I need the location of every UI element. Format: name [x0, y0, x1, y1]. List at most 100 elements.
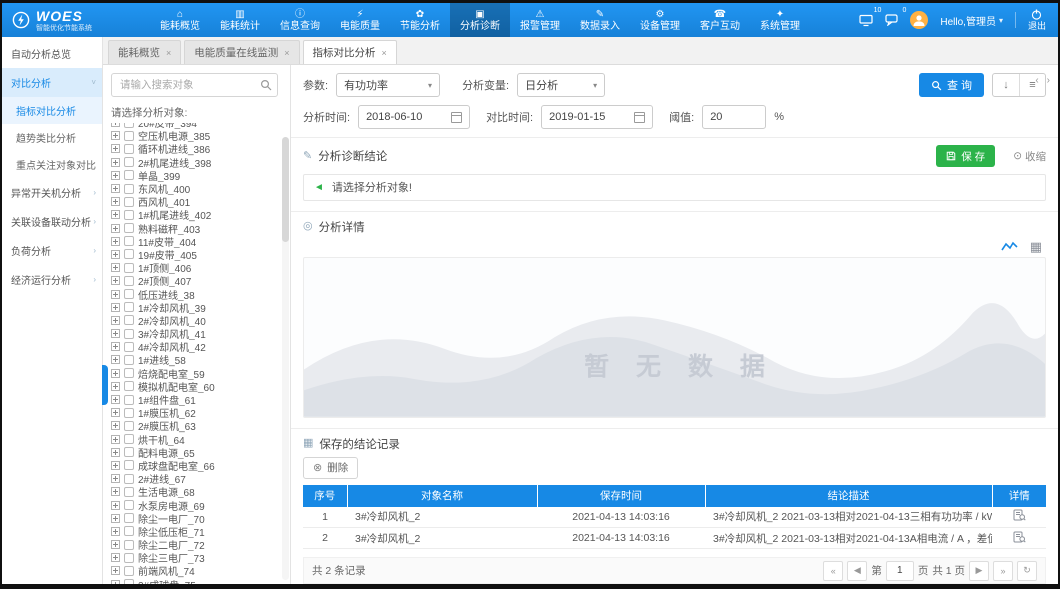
variable-select[interactable]: 日分析 ▾: [517, 73, 605, 97]
expand-icon[interactable]: [111, 131, 120, 140]
analysis-date-picker[interactable]: 2018-06-10: [358, 105, 470, 129]
expand-icon[interactable]: [111, 382, 120, 391]
last-page-button[interactable]: »: [993, 561, 1013, 581]
expand-icon[interactable]: [111, 171, 120, 180]
sidebar-item-index-compare[interactable]: 指标对比分析: [2, 97, 102, 124]
menu-item[interactable]: ⚠ 报警管理: [510, 3, 570, 37]
expand-icon[interactable]: [111, 566, 120, 575]
tab-scroll-left-icon[interactable]: ‹: [1035, 75, 1038, 86]
expand-icon[interactable]: [111, 158, 120, 167]
tree-node[interactable]: 1#顶侧_406: [111, 261, 278, 274]
tree-node[interactable]: 单晶_399: [111, 169, 278, 182]
compare-date-picker[interactable]: 2019-01-15: [541, 105, 653, 129]
expand-icon[interactable]: [111, 501, 120, 510]
menu-item[interactable]: ⌂ 能耗概览: [150, 3, 210, 37]
sidebar-group-load-analysis[interactable]: 负荷分析›: [2, 236, 102, 265]
checkbox[interactable]: [124, 329, 134, 339]
tree-node[interactable]: 循环机进线_386: [111, 142, 278, 155]
checkbox[interactable]: [124, 302, 134, 312]
checkbox[interactable]: [124, 460, 134, 470]
export-icon[interactable]: ↓: [993, 74, 1019, 96]
tab-scroll-right-icon[interactable]: ›: [1047, 75, 1050, 86]
checkbox[interactable]: [124, 355, 134, 365]
expand-icon[interactable]: [111, 580, 120, 584]
tree-node[interactable]: 1#机尾进线_402: [111, 208, 278, 221]
tree-node[interactable]: 东风机_400: [111, 182, 278, 195]
tree-node[interactable]: 除尘二电厂_72: [111, 538, 278, 551]
checkbox[interactable]: [124, 421, 134, 431]
param-select[interactable]: 有功功率 ▾: [336, 73, 440, 97]
checkbox[interactable]: [124, 381, 134, 391]
expand-icon[interactable]: [111, 355, 120, 364]
tree-node[interactable]: 模拟机配电室_60: [111, 380, 278, 393]
tree-node[interactable]: 除尘三电厂_73: [111, 551, 278, 564]
close-icon[interactable]: ×: [166, 48, 171, 58]
sidebar-group-economic-run[interactable]: 经济运行分析›: [2, 265, 102, 294]
expand-icon[interactable]: [111, 237, 120, 246]
checkbox[interactable]: [124, 315, 134, 325]
expand-icon[interactable]: [111, 408, 120, 417]
checkbox[interactable]: [124, 487, 134, 497]
menu-item[interactable]: ⚙ 设备管理: [630, 3, 690, 37]
menu-item[interactable]: ▣ 分析诊断: [450, 3, 510, 37]
view-detail-icon[interactable]: [1013, 509, 1026, 521]
menu-item[interactable]: ☎ 客户互动: [690, 3, 750, 37]
checkbox[interactable]: [124, 579, 134, 584]
tree-node[interactable]: 配料电源_65: [111, 446, 278, 459]
expand-icon[interactable]: [111, 250, 120, 259]
first-page-button[interactable]: «: [823, 561, 843, 581]
monitor-icon[interactable]: 10: [859, 14, 873, 27]
tree-node[interactable]: 1#组件盘_61: [111, 393, 278, 406]
expand-icon[interactable]: [111, 461, 120, 470]
expand-icon[interactable]: [111, 553, 120, 562]
menu-item[interactable]: ▥ 能耗统计: [210, 3, 270, 37]
tree-node[interactable]: 1#冷却风机_39: [111, 301, 278, 314]
tree-node[interactable]: 3#冷却风机_41: [111, 327, 278, 340]
table-view-icon[interactable]: ▦: [1030, 240, 1042, 253]
checkbox[interactable]: [124, 170, 134, 180]
tree-node[interactable]: 除尘一电厂_70: [111, 512, 278, 525]
expand-icon[interactable]: [111, 123, 120, 127]
view-detail-icon[interactable]: [1013, 531, 1026, 543]
tree-node[interactable]: 4#冷却风机_42: [111, 340, 278, 353]
checkbox[interactable]: [124, 342, 134, 352]
expand-icon[interactable]: [111, 144, 120, 153]
checkbox[interactable]: [124, 368, 134, 378]
close-icon[interactable]: ×: [382, 48, 387, 58]
tree-node[interactable]: 2#成球盘_75: [111, 578, 278, 584]
expand-icon[interactable]: [111, 421, 120, 430]
expand-icon[interactable]: [111, 316, 120, 325]
tree-node[interactable]: 2#冷却风机_40: [111, 314, 278, 327]
expand-icon[interactable]: [111, 210, 120, 219]
expand-icon[interactable]: [111, 487, 120, 496]
checkbox[interactable]: [124, 553, 134, 563]
expand-icon[interactable]: [111, 290, 120, 299]
search-input[interactable]: [111, 73, 278, 97]
sidebar-item-auto-overview[interactable]: 自动分析总览: [2, 39, 102, 68]
tree-node[interactable]: 1#进线_58: [111, 353, 278, 366]
tree-node[interactable]: 2#顶侧_407: [111, 274, 278, 287]
checkbox[interactable]: [124, 395, 134, 405]
expand-icon[interactable]: [111, 474, 120, 483]
checkbox[interactable]: [124, 223, 134, 233]
expand-icon[interactable]: [111, 303, 120, 312]
tree-node[interactable]: 焙烧配电室_59: [111, 367, 278, 380]
expand-icon[interactable]: [111, 197, 120, 206]
sidebar-item-key-object-compare[interactable]: 重点关注对象对比: [2, 151, 102, 178]
tree-node[interactable]: 除尘低压柜_71: [111, 525, 278, 538]
search-icon[interactable]: [260, 79, 272, 91]
tree-node[interactable]: 2#进线_67: [111, 472, 278, 485]
expand-icon[interactable]: [111, 527, 120, 536]
checkbox[interactable]: [124, 210, 134, 220]
avatar[interactable]: [910, 11, 928, 29]
sidebar-group-linked-device[interactable]: 关联设备联动分析›: [2, 207, 102, 236]
checkbox[interactable]: [124, 447, 134, 457]
next-page-button[interactable]: ▶: [969, 561, 989, 581]
menu-item[interactable]: ⓘ 信息查询: [270, 3, 330, 37]
menu-item[interactable]: ✎ 数据录入: [570, 3, 630, 37]
checkbox[interactable]: [124, 500, 134, 510]
tree-node[interactable]: 11#皮带_404: [111, 235, 278, 248]
logout-button[interactable]: 退出: [1028, 9, 1046, 31]
query-button[interactable]: 查 询: [919, 73, 984, 97]
checkbox[interactable]: [124, 434, 134, 444]
